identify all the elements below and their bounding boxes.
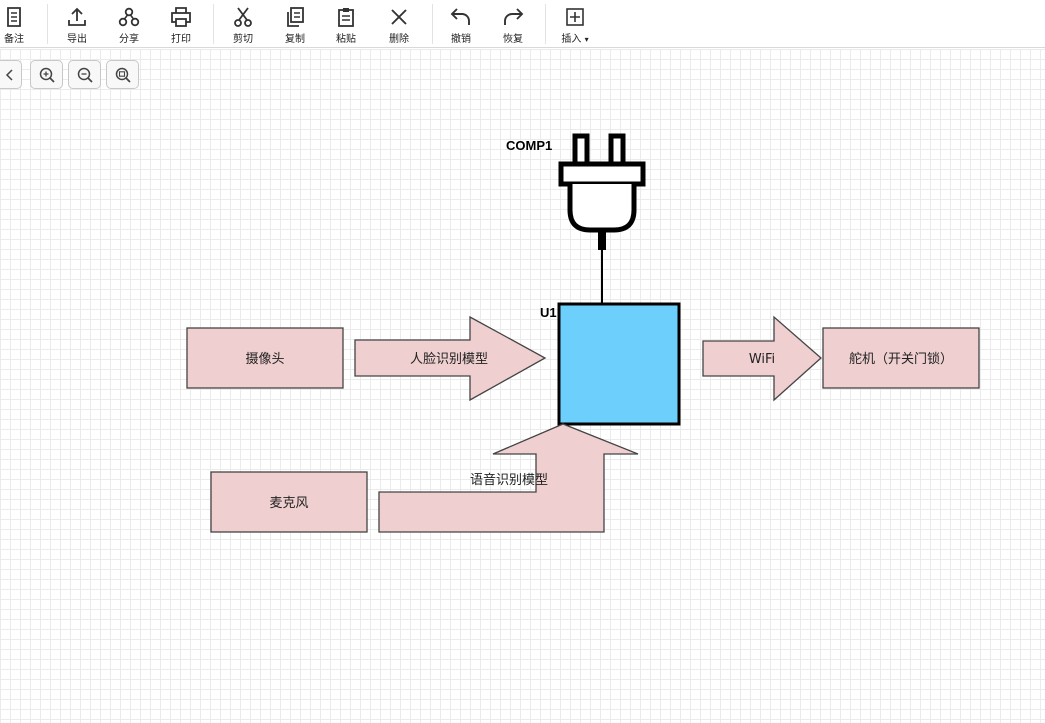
microphone-label: 麦克风 [269, 496, 308, 511]
u1-label: U1 [540, 305, 557, 320]
plug-prong-left [572, 133, 590, 167]
voice-model-label: 语音识别模型 [470, 472, 548, 488]
plug-cord-stub [598, 230, 606, 250]
separator [432, 4, 433, 44]
close-icon [391, 9, 407, 25]
paste-button[interactable]: 粘贴 [324, 6, 368, 46]
copy-button[interactable]: 复制 [273, 6, 317, 46]
upload-icon [68, 7, 86, 26]
plug-collar [558, 161, 646, 187]
copy-icon [287, 7, 304, 27]
face-model-label: 人脸识别模型 [410, 352, 488, 367]
delete-label: 删除 [389, 34, 409, 45]
paste-label: 粘贴 [336, 34, 356, 45]
redo-button[interactable]: 恢复 [491, 6, 535, 46]
share-icon [118, 7, 140, 27]
camera-label: 摄像头 [245, 352, 284, 367]
redo-label: 恢复 [503, 34, 523, 45]
chevron-down-icon: ▾ [584, 35, 589, 44]
undo-icon [450, 8, 470, 25]
u1-module[interactable] [557, 302, 681, 426]
print-label: 打印 [171, 34, 191, 45]
wifi-label: WiFi [749, 352, 775, 367]
diagram: COMP1 U1 摄像头 人脸识别模型 WiFi 舵机（开关门锁） 麦克风 语音… [186, 133, 980, 533]
redo-icon [504, 8, 524, 25]
servo-label: 舵机（开关门锁） [849, 351, 953, 367]
share-button[interactable]: 分享 [107, 6, 151, 46]
undo-button[interactable]: 撤销 [439, 6, 483, 46]
printer-icon [171, 7, 191, 27]
diagram-canvas[interactable]: COMP1 U1 摄像头 人脸识别模型 WiFi 舵机（开关门锁） 麦克风 语音… [0, 49, 1045, 723]
delete-button[interactable]: 删除 [377, 6, 421, 46]
separator [545, 4, 546, 44]
separator [47, 4, 48, 44]
plug-body [567, 184, 637, 233]
export-button[interactable]: 导出 [55, 6, 99, 46]
scissors-icon [234, 7, 252, 27]
share-label: 分享 [119, 34, 139, 45]
power-plug-comp1[interactable] [558, 133, 646, 250]
note-button[interactable]: 备注 [0, 6, 36, 46]
print-button[interactable]: 打印 [159, 6, 203, 46]
undo-label: 撤销 [451, 34, 471, 45]
toolbar: 备注 导出 分享 打印 剪切 复制 粘贴 删除 撤销 恢复 插入 ▾ [0, 0, 1045, 48]
cut-button[interactable]: 剪切 [221, 6, 265, 46]
clipboard-icon [338, 8, 354, 27]
insert-label: 插入 ▾ [561, 34, 589, 45]
export-label: 导出 [67, 34, 87, 45]
plug-prong-right [608, 133, 626, 167]
comp1-label: COMP1 [506, 138, 552, 153]
copy-label: 复制 [285, 34, 305, 45]
note-icon [7, 7, 21, 27]
insert-button[interactable]: 插入 ▾ [552, 6, 598, 46]
insert-plus-icon [566, 8, 584, 26]
note-label: 备注 [4, 34, 24, 45]
separator [213, 4, 214, 44]
cut-label: 剪切 [233, 34, 253, 45]
